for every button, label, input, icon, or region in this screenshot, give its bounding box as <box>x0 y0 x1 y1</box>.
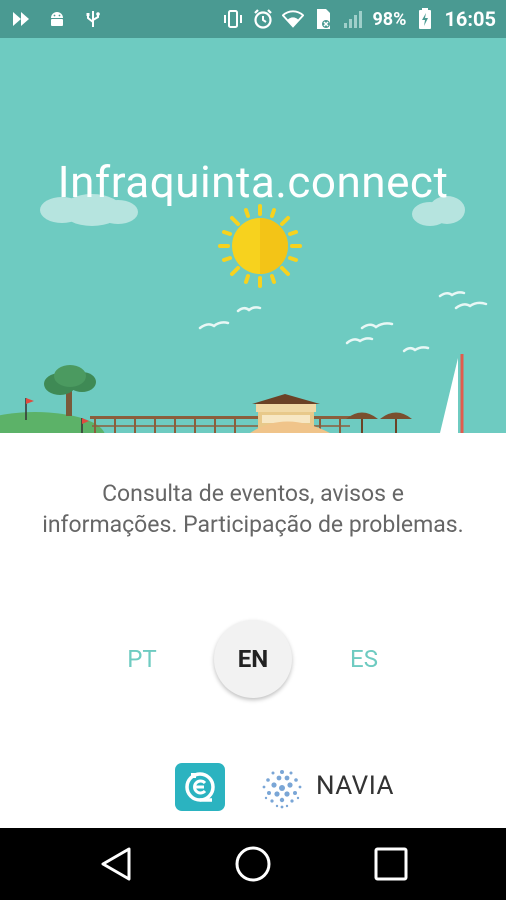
navia-logo-text: NAVIA <box>316 771 394 801</box>
no-sim-icon <box>312 8 334 30</box>
android-icon <box>46 8 68 30</box>
wifi-icon <box>282 8 305 30</box>
umbrellas <box>346 412 412 433</box>
status-bar: 98% 16:05 <box>0 0 506 38</box>
battery-percent: 98% <box>372 8 407 30</box>
tree <box>44 365 96 416</box>
app-title: Infraquinta.connect <box>57 156 449 208</box>
recent-apps-button[interactable] <box>371 844 411 884</box>
beach-hut <box>250 394 330 433</box>
navia-logo-icon <box>262 770 302 809</box>
vibrate-icon <box>222 8 244 30</box>
battery-icon <box>414 8 436 30</box>
home-icon <box>235 846 271 882</box>
status-time: 16:05 <box>444 7 496 31</box>
app-description: Consulta de eventos, avisos e informaçõe… <box>42 480 464 538</box>
beach-illustration <box>0 194 488 433</box>
language-button-en[interactable]: EN <box>214 620 292 698</box>
sailboat <box>440 354 464 433</box>
language-button-es[interactable]: ES <box>325 620 403 698</box>
home-button[interactable] <box>233 844 273 884</box>
birds <box>198 291 488 353</box>
back-button[interactable] <box>96 844 136 884</box>
language-button-pt[interactable]: PT <box>103 620 181 698</box>
sun-icon <box>218 204 302 288</box>
recent-apps-icon <box>374 847 408 881</box>
alarm-icon <box>252 8 274 30</box>
notification-icon <box>10 8 32 30</box>
system-nav-bar <box>0 828 506 900</box>
partner-logos: NAVIA <box>0 763 506 813</box>
language-selector: PT EN ES <box>0 620 506 702</box>
usb-icon <box>82 8 104 30</box>
signal-icon <box>342 8 364 30</box>
infraquinta-logo-icon <box>175 763 225 811</box>
hero-banner: Infraquinta.connect <box>0 38 506 433</box>
back-icon <box>101 847 131 881</box>
